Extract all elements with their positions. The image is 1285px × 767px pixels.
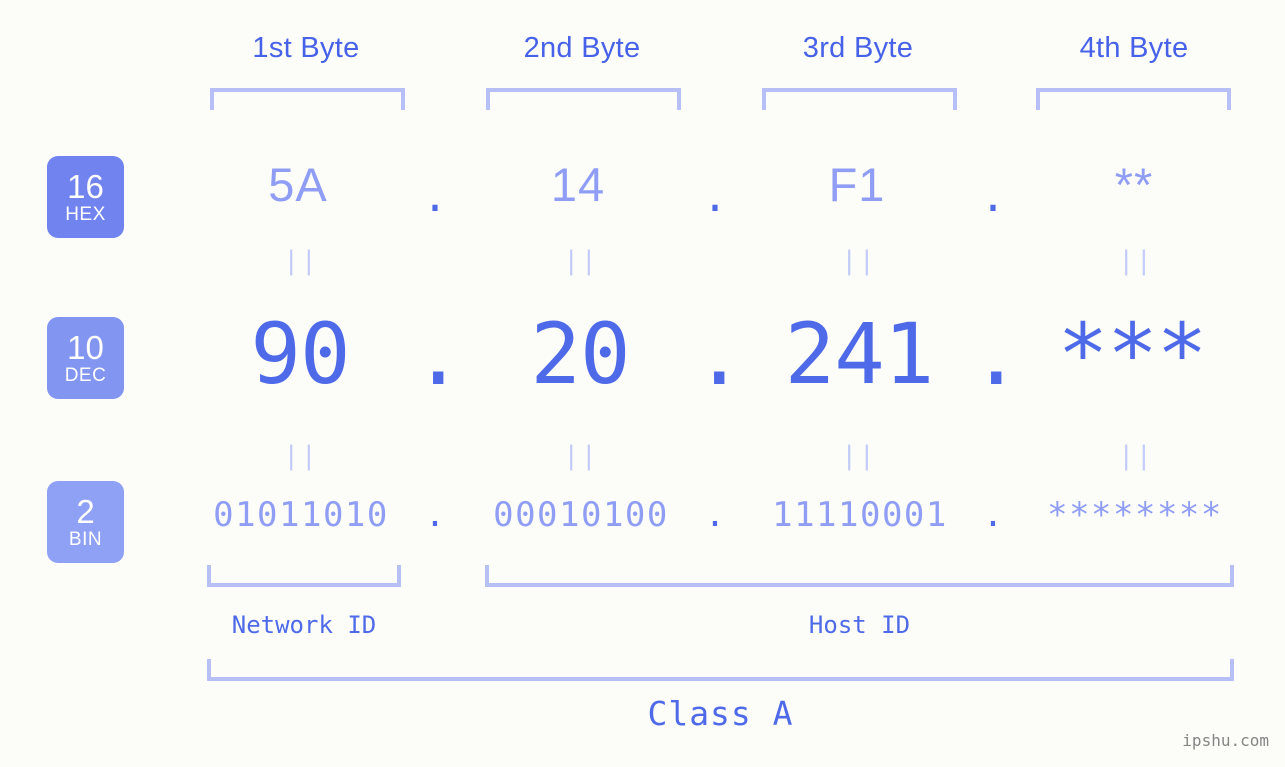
dec-byte-2: 20 bbox=[530, 305, 630, 403]
base-badge-dec: 10 DEC bbox=[47, 317, 124, 399]
dec-separator-1: . bbox=[413, 306, 464, 404]
hex-byte-2: 14 bbox=[550, 158, 606, 211]
class-bracket bbox=[207, 659, 1234, 681]
equals-marker-dec-bin-1: || bbox=[283, 441, 319, 471]
bin-separator-2: . bbox=[704, 495, 726, 535]
bin-byte-1: 01011010 bbox=[213, 495, 389, 535]
byte-bracket-1 bbox=[210, 88, 405, 110]
base-badge-dec-number: 10 bbox=[67, 329, 104, 366]
base-badge-bin-label: BIN bbox=[68, 529, 103, 550]
host-id-label: Host ID bbox=[808, 611, 911, 639]
base-badge-bin: 2 BIN bbox=[47, 481, 124, 563]
byte-header-1: 1st Byte bbox=[252, 32, 360, 64]
equals-marker-dec-bin-2: || bbox=[563, 441, 599, 471]
base-badge-dec-label: DEC bbox=[64, 365, 107, 386]
hex-byte-3: F1 bbox=[828, 158, 886, 211]
host-id-bracket bbox=[485, 565, 1234, 587]
network-id-bracket bbox=[207, 565, 401, 587]
byte-bracket-4 bbox=[1036, 88, 1231, 110]
byte-header-2: 2nd Byte bbox=[523, 32, 641, 64]
dec-byte-1: 90 bbox=[250, 305, 350, 403]
bin-separator-1: . bbox=[424, 495, 446, 535]
dec-byte-3: 241 bbox=[784, 305, 935, 403]
bin-byte-4: ******** bbox=[1047, 495, 1223, 535]
base-badge-hex: 16 HEX bbox=[47, 156, 124, 238]
base-badge-hex-number: 16 bbox=[67, 168, 104, 205]
bin-byte-2: 00010100 bbox=[493, 495, 669, 535]
equals-marker-hex-dec-2: || bbox=[563, 246, 599, 276]
dec-separator-2: . bbox=[694, 306, 745, 404]
equals-marker-hex-dec-4: || bbox=[1118, 246, 1154, 276]
byte-header-3: 3rd Byte bbox=[802, 32, 914, 64]
base-badge-bin-number: 2 bbox=[76, 493, 95, 530]
ip-address-breakdown-diagram: 1st Byte 2nd Byte 3rd Byte 4th Byte 16 H… bbox=[0, 0, 1285, 767]
bin-byte-3: 11110001 bbox=[772, 495, 948, 535]
dec-byte-4: *** bbox=[1057, 305, 1208, 403]
network-id-label: Network ID bbox=[231, 611, 377, 639]
site-watermark: ipshu.com bbox=[1182, 731, 1269, 750]
base-badge-hex-label: HEX bbox=[65, 204, 106, 225]
byte-bracket-3 bbox=[762, 88, 957, 110]
class-label: Class A bbox=[647, 694, 794, 733]
byte-header-4: 4th Byte bbox=[1079, 32, 1189, 64]
equals-marker-dec-bin-3: || bbox=[841, 441, 877, 471]
hex-byte-1: 5A bbox=[268, 158, 328, 211]
equals-marker-dec-bin-4: || bbox=[1118, 441, 1154, 471]
hex-byte-4: ** bbox=[1114, 158, 1154, 211]
equals-marker-hex-dec-3: || bbox=[841, 246, 877, 276]
byte-bracket-2 bbox=[486, 88, 681, 110]
equals-marker-hex-dec-1: || bbox=[283, 246, 319, 276]
